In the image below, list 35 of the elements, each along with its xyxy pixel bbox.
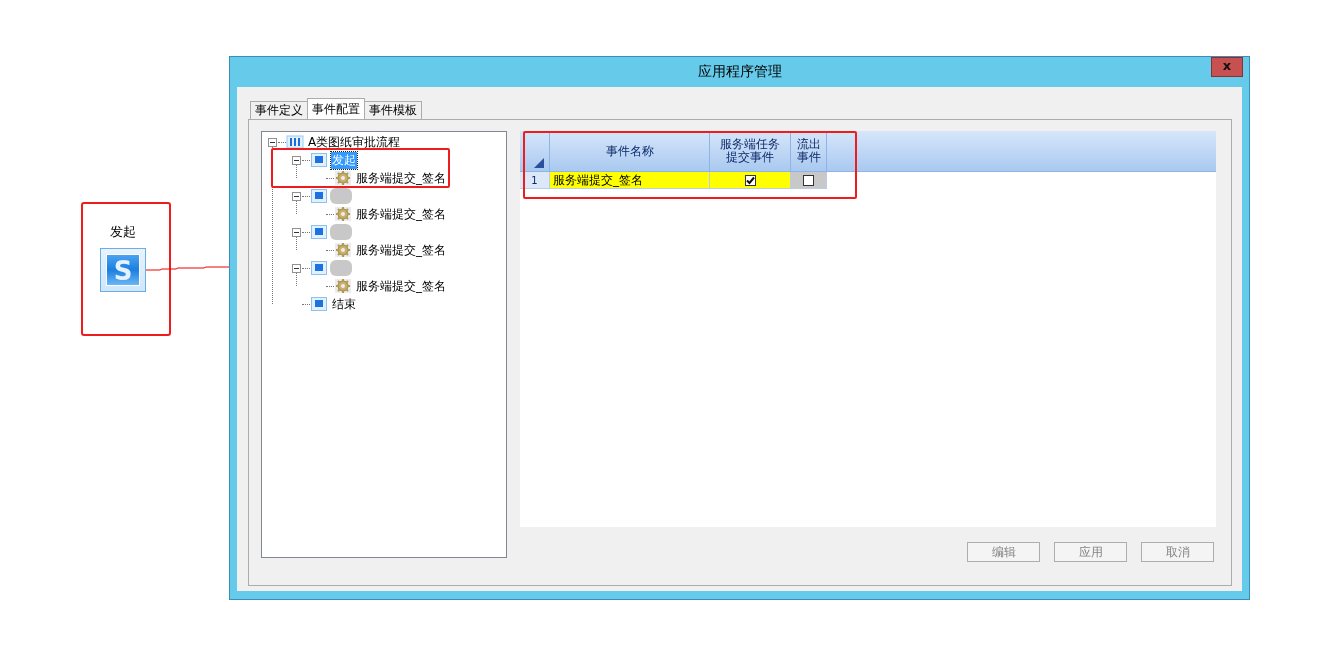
- column-header[interactable]: 流出事件: [796, 138, 821, 164]
- row-number: 1: [520, 172, 550, 189]
- column-header[interactable]: 事件名称: [605, 144, 654, 158]
- table-cell: 服务端提交_签名: [550, 172, 710, 189]
- close-button[interactable]: x: [1211, 57, 1243, 77]
- select-all-icon[interactable]: [534, 158, 544, 168]
- collapse-toggle-icon[interactable]: [268, 137, 277, 147]
- tab[interactable]: 事件模板: [364, 101, 422, 119]
- step-icon: [310, 260, 328, 276]
- checkbox[interactable]: [744, 174, 756, 186]
- gear-icon: [334, 170, 352, 186]
- tree-item[interactable]: 服务端提交_签名: [355, 277, 447, 295]
- gear-icon: [334, 242, 352, 258]
- gear-icon: [334, 206, 352, 222]
- step-icon: [310, 296, 328, 312]
- collapse-toggle-icon[interactable]: [292, 191, 301, 201]
- collapse-toggle-icon[interactable]: [292, 227, 301, 237]
- process-icon: [286, 134, 304, 150]
- column-header[interactable]: 服务端任务提交事件: [720, 138, 780, 164]
- step-icon: [310, 224, 328, 240]
- tree-item[interactable]: 服务端提交_签名: [355, 241, 447, 259]
- collapse-toggle-icon[interactable]: [292, 155, 301, 165]
- tree-item[interactable]: 服务端提交_签名: [355, 169, 447, 187]
- checkbox[interactable]: [803, 174, 814, 186]
- tab[interactable]: 事件定义: [250, 101, 308, 119]
- tree-item[interactable]: 结束: [331, 295, 357, 313]
- tree-item[interactable]: A类图纸审批流程: [307, 133, 402, 151]
- tab[interactable]: 事件配置: [307, 98, 365, 119]
- node-label: 发起: [109, 223, 137, 241]
- collapse-toggle-icon[interactable]: [292, 263, 301, 273]
- step-icon: [310, 188, 328, 204]
- window-title: 应用程序管理: [697, 63, 782, 81]
- gear-icon: [334, 278, 352, 294]
- tree-item[interactable]: 服务端提交_签名: [355, 205, 447, 223]
- step-icon: [310, 152, 328, 168]
